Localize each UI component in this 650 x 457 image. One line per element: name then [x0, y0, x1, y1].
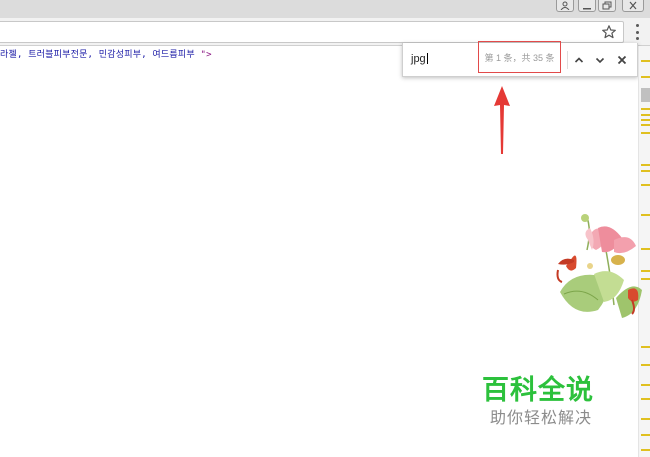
search-marker	[641, 76, 650, 78]
search-marker	[641, 278, 650, 280]
search-marker	[641, 248, 650, 250]
search-marker	[641, 124, 650, 126]
search-marker	[641, 449, 650, 451]
find-input[interactable]: jpg	[411, 53, 428, 65]
star-icon[interactable]	[601, 24, 617, 40]
close-find-button[interactable]	[614, 52, 630, 68]
search-marker	[641, 184, 650, 186]
lotus-illustration-icon	[556, 214, 642, 318]
more-vert-icon[interactable]	[632, 24, 642, 40]
search-marker	[641, 119, 650, 121]
restore-icon	[602, 1, 612, 10]
find-divider	[567, 51, 568, 69]
find-bar: jpg 第 1 条，共 35 条	[402, 41, 638, 77]
restore-button[interactable]	[598, 0, 616, 12]
search-marker	[641, 270, 650, 272]
source-tag-end: ">	[200, 50, 212, 60]
minimize-button[interactable]	[578, 0, 596, 12]
close-icon	[617, 55, 627, 65]
watermark-subtitle: 助你轻松解决	[490, 408, 593, 427]
user-icon	[560, 1, 570, 10]
search-marker	[641, 346, 650, 348]
address-bar[interactable]	[0, 21, 624, 43]
annotation-arrow-icon	[494, 86, 510, 154]
chevron-down-icon	[595, 57, 605, 64]
search-marker	[641, 384, 650, 386]
user-profile-button[interactable]	[556, 0, 574, 12]
search-marker	[641, 108, 650, 110]
close-window-icon	[629, 1, 637, 10]
scrollbar-thumb[interactable]	[641, 88, 650, 102]
watermark-title: 百科全说	[482, 375, 594, 406]
search-marker	[641, 398, 650, 400]
search-marker	[641, 418, 650, 420]
search-marker	[641, 132, 650, 134]
window-titlebar	[0, 0, 650, 18]
search-marker	[641, 114, 650, 116]
previous-match-button[interactable]	[571, 52, 587, 68]
close-window-button[interactable]	[622, 0, 644, 12]
search-marker	[641, 60, 650, 62]
search-marker	[641, 164, 650, 166]
match-count: 第 1 条，共 35 条	[478, 41, 561, 73]
search-marker	[641, 364, 650, 366]
next-match-button[interactable]	[592, 52, 608, 68]
source-code-line: 라젤, 트러블피부전문, 민감성피부, 여드름피부 ">	[0, 47, 212, 60]
search-marker	[641, 214, 650, 216]
search-marker	[641, 170, 650, 172]
source-text: 라젤, 트러블피부전문, 민감성피부, 여드름피부	[0, 50, 201, 60]
minimize-icon	[583, 7, 591, 9]
search-marker	[641, 434, 650, 436]
chevron-up-icon	[574, 57, 584, 63]
